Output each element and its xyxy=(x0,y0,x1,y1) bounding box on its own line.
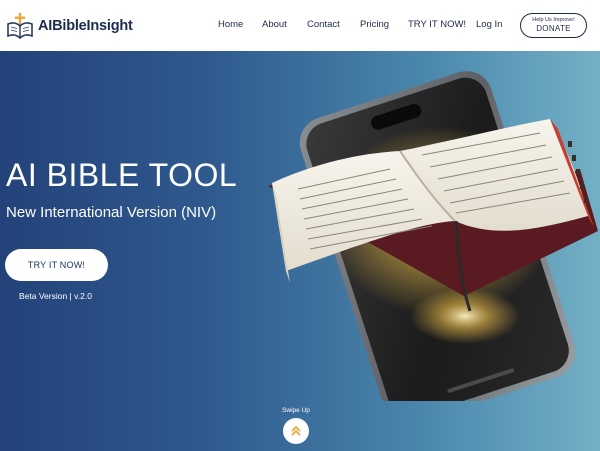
hero-title: AI BIBLE TOOL xyxy=(6,157,238,193)
nav-contact[interactable]: Contact xyxy=(307,19,340,30)
site-header: AIBibleInsight Home About Contact Pricin… xyxy=(0,0,600,51)
donate-tagline: Help Us Improve! xyxy=(532,17,575,23)
nav-about[interactable]: About xyxy=(262,19,287,30)
hero-subtitle: New International Version (NIV) xyxy=(6,204,217,221)
swipe-up-button[interactable] xyxy=(283,418,309,444)
donate-label: DONATE xyxy=(536,24,571,33)
hero-section: AI BIBLE TOOL New International Version … xyxy=(0,51,600,451)
beta-version-text: Beta Version | v.2.0 xyxy=(19,291,92,301)
book-cross-icon xyxy=(7,13,33,40)
swipe-up-label: Swipe Up xyxy=(282,407,310,414)
brand-name: AIBibleInsight xyxy=(38,18,133,34)
nav-home[interactable]: Home xyxy=(218,19,243,30)
nav-pricing[interactable]: Pricing xyxy=(360,19,389,30)
phone-bible-illustration xyxy=(268,71,598,401)
donate-button[interactable]: Help Us Improve! DONATE xyxy=(520,13,587,38)
double-chevron-up-icon xyxy=(291,425,301,436)
nav-log-in[interactable]: Log In xyxy=(476,19,502,30)
try-it-now-button[interactable]: TRY IT NOW! xyxy=(5,249,108,281)
logo[interactable]: AIBibleInsight xyxy=(6,10,133,42)
nav-try-it-now[interactable]: TRY IT NOW! xyxy=(408,19,466,30)
